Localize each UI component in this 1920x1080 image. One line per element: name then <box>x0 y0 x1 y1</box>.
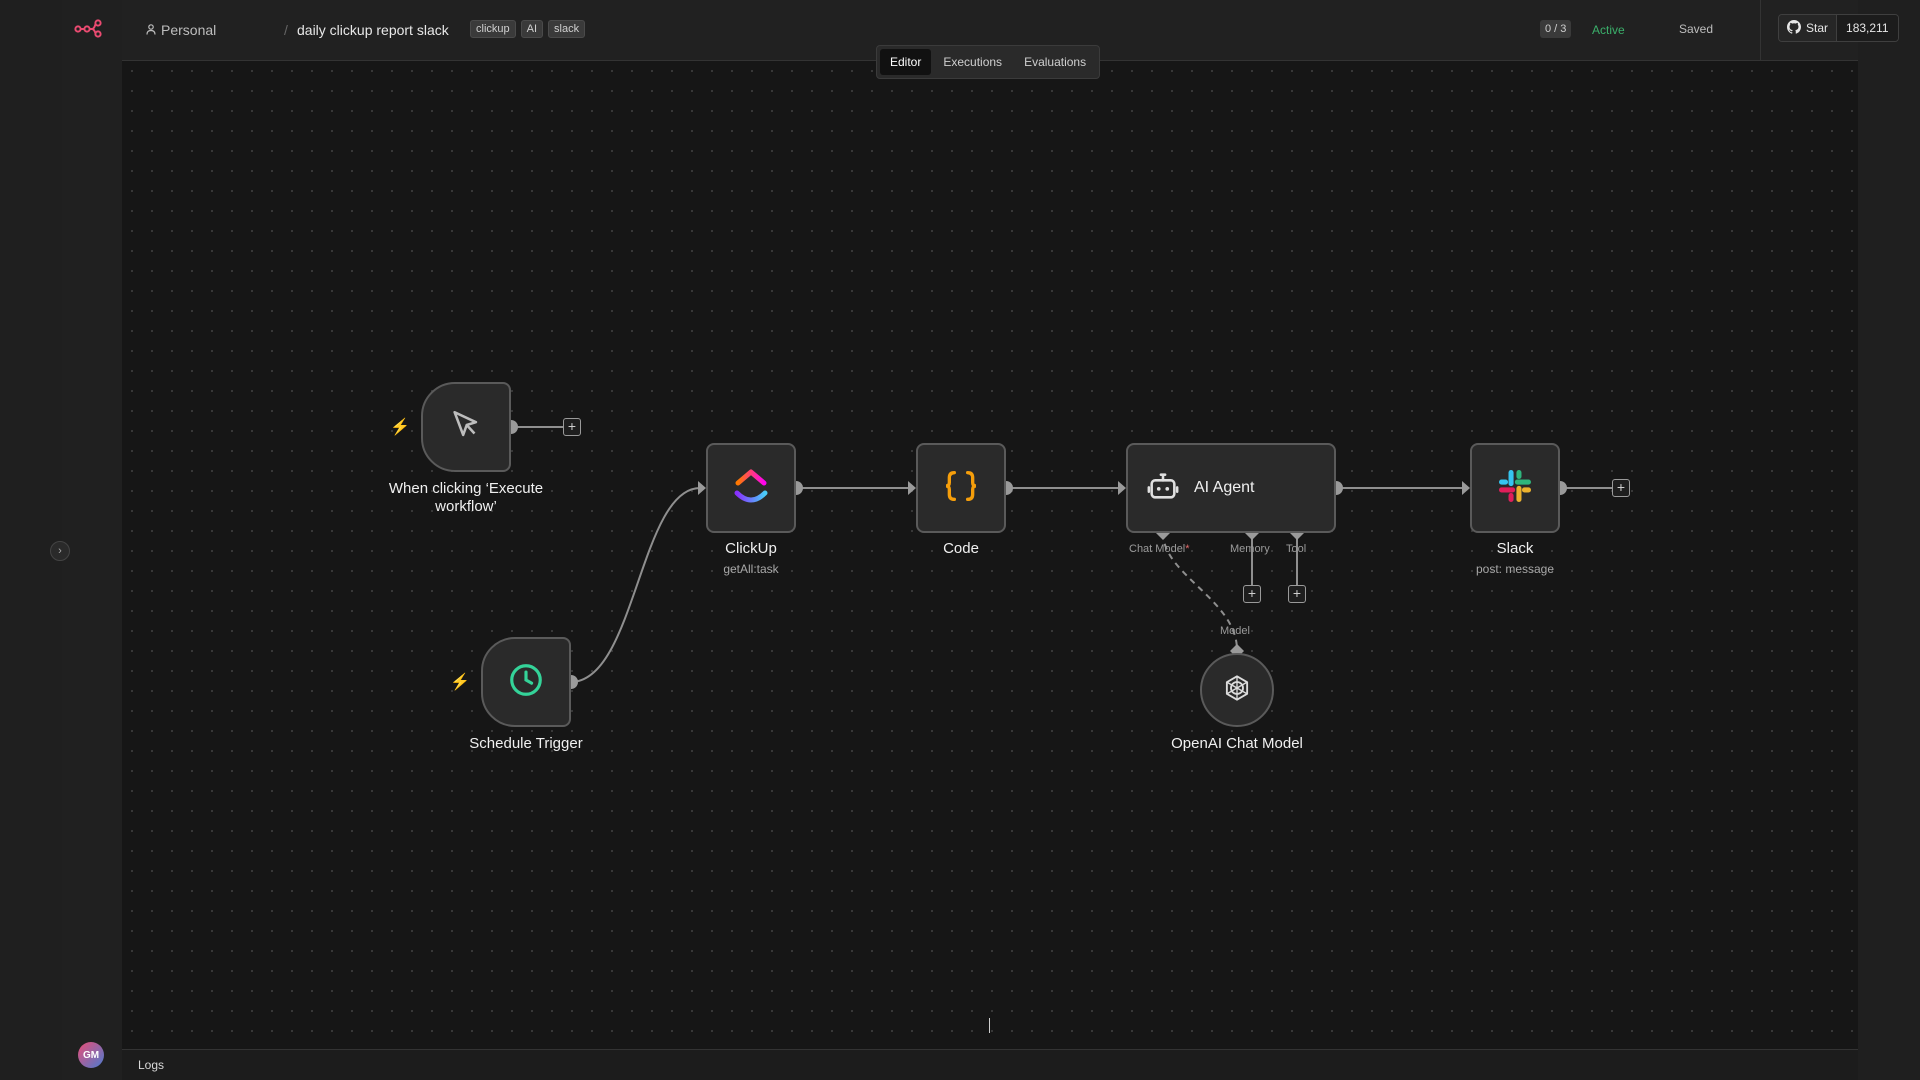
port-label-tool: Tool <box>1286 543 1307 555</box>
node-ai-agent[interactable]: AI Agent <box>1126 443 1336 533</box>
node-subtitle-clickup: getAll:task <box>723 562 779 576</box>
node-label-slack: Slack <box>1496 540 1534 557</box>
add-node-after-slack-button[interactable]: + <box>1612 479 1630 497</box>
tab-editor[interactable]: Editor <box>880 49 932 75</box>
node-code[interactable] <box>916 443 1006 533</box>
braces-icon <box>941 466 981 511</box>
breadcrumb-owner[interactable]: Personal <box>146 22 216 38</box>
person-icon <box>146 22 156 38</box>
clock-icon <box>507 661 545 704</box>
node-manual-trigger[interactable] <box>421 382 511 472</box>
github-star[interactable]: Star <box>1779 15 1838 41</box>
lightning-icon: ⚡ <box>390 419 410 436</box>
view-tabs: Editor Executions Evaluations <box>876 45 1101 79</box>
node-label-clickup: ClickUp <box>725 540 777 557</box>
avatar-initials: GM <box>82 1049 100 1061</box>
node-openai-chat-model[interactable] <box>1200 653 1274 727</box>
user-avatar[interactable]: GM <box>78 1042 104 1068</box>
node-subtitle-slack: post: message <box>1475 562 1555 576</box>
add-node-after-manual-button[interactable]: + <box>563 418 581 436</box>
logs-label: Logs <box>138 1058 165 1072</box>
tab-evaluations[interactable]: Evaluations <box>1014 49 1096 75</box>
node-label-manual-trigger: When clicking ‘Execute workflow’ <box>388 480 544 515</box>
add-tool-button[interactable]: + <box>1288 585 1306 603</box>
chevron-right-icon[interactable]: › <box>50 541 70 561</box>
github-star-count: 183,211 <box>1837 15 1898 41</box>
tab-executions[interactable]: Executions <box>933 49 1012 75</box>
node-label-ai-agent: AI Agent <box>1194 479 1255 496</box>
node-label-code: Code <box>943 540 979 557</box>
github-icon <box>1787 19 1802 37</box>
port-label-chat-model: Chat Model* <box>1129 543 1190 555</box>
active-toggle-label[interactable]: Active <box>1592 23 1625 37</box>
slack-icon <box>1496 467 1534 510</box>
n8n-logo-icon[interactable] <box>74 18 106 43</box>
github-star-label: Star <box>1806 21 1829 35</box>
port-label-memory: Memory <box>1230 543 1270 555</box>
tag-slack[interactable]: slack <box>548 20 586 38</box>
tag-clickup[interactable]: clickup <box>470 20 516 38</box>
workflow-title[interactable]: daily clickup report slack <box>297 22 449 38</box>
node-slack[interactable] <box>1470 443 1560 533</box>
node-label-openai-chat-model: OpenAI Chat Model <box>1171 735 1303 752</box>
evaluation-counter: 0 / 3 <box>1540 20 1572 38</box>
breadcrumb-separator: / <box>284 22 288 38</box>
text-cursor <box>989 1018 990 1033</box>
breadcrumb-owner-label: Personal <box>161 22 217 38</box>
add-memory-button[interactable]: + <box>1243 585 1261 603</box>
clickup-icon <box>733 467 769 510</box>
workflow-tags: clickup AI slack <box>470 20 586 38</box>
node-schedule-trigger[interactable] <box>481 637 571 727</box>
left-sidebar: GM <box>62 0 123 1080</box>
tag-ai[interactable]: AI <box>520 20 544 38</box>
openai-icon <box>1221 672 1253 709</box>
saved-status: Saved <box>1679 22 1714 36</box>
chat-model-text: Chat Model <box>1129 543 1186 555</box>
logs-panel-bar[interactable]: Logs <box>122 1049 1858 1080</box>
lightning-icon: ⚡ <box>450 674 470 691</box>
required-marker: * <box>1185 543 1190 555</box>
robot-icon <box>1146 469 1180 508</box>
topbar-divider <box>1760 0 1761 60</box>
pointer-icon <box>449 408 483 447</box>
github-star-button[interactable]: Star 183,211 <box>1778 14 1899 42</box>
node-label-schedule-trigger: Schedule Trigger <box>469 735 583 752</box>
port-label-model: Model <box>1220 625 1250 637</box>
node-clickup[interactable] <box>706 443 796 533</box>
